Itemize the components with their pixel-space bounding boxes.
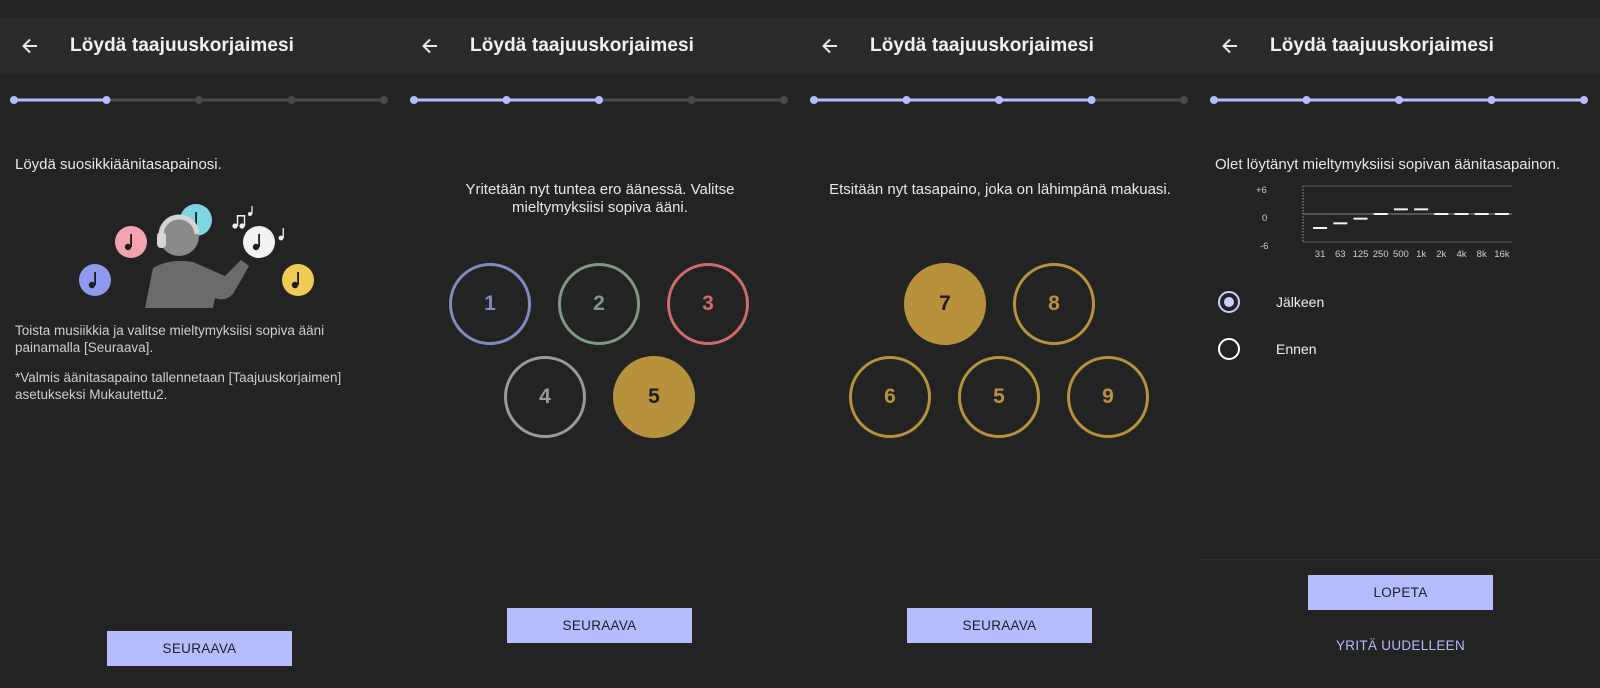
eq-x-tick: 16k xyxy=(1494,249,1510,260)
next-button[interactable]: SEURAAVA xyxy=(907,608,1092,643)
listening-illustration xyxy=(79,204,314,308)
eq-plot xyxy=(1302,185,1512,243)
back-button[interactable] xyxy=(1212,28,1248,64)
back-button[interactable] xyxy=(812,28,848,64)
page-title: Löydä taajuuskorjaimesi xyxy=(1270,35,1495,56)
intro-text: Löydä suosikkiäänitasapainosi. xyxy=(15,156,222,173)
page-title: Löydä taajuuskorjaimesi xyxy=(870,35,1095,56)
step-progress xyxy=(10,96,388,104)
option-circle[interactable]: 8 xyxy=(1013,263,1095,345)
option-circle[interactable]: 4 xyxy=(504,356,586,438)
option-label: 6 xyxy=(884,385,896,408)
page-title: Löydä taajuuskorjaimesi xyxy=(470,35,695,56)
retry-button[interactable]: YRITÄ UUDELLEEN xyxy=(1308,638,1493,653)
option-circle[interactable]: 1 xyxy=(449,263,531,345)
progress-step-dot xyxy=(102,96,111,104)
step-progress xyxy=(810,96,1188,104)
next-button[interactable]: SEURAAVA xyxy=(507,608,692,643)
progress-step-dot xyxy=(410,96,418,104)
progress-step-dot xyxy=(780,96,788,104)
radio-checked-icon xyxy=(1218,291,1240,313)
radio-after[interactable]: Jälkeen xyxy=(1218,283,1578,319)
screen-result: Löydä taajuuskorjaimesi Olet löytänyt mi… xyxy=(1200,0,1600,688)
screen-refine: Löydä taajuuskorjaimesi Etsitään nyt tas… xyxy=(800,0,1200,688)
progress-step-dot xyxy=(1487,96,1496,104)
app-bar: Löydä taajuuskorjaimesi xyxy=(800,18,1200,74)
option-circle[interactable]: 5 xyxy=(958,356,1040,438)
arrow-left-icon xyxy=(422,38,437,54)
progress-step-dot xyxy=(1180,96,1188,104)
option-label: 5 xyxy=(648,385,660,408)
progress-step-dot xyxy=(10,96,18,104)
back-button[interactable] xyxy=(412,28,448,64)
instructions-text: Toista musiikkia ja valitse mieltymyksii… xyxy=(15,323,325,355)
option-circle[interactable]: 9 xyxy=(1067,356,1149,438)
radio-label: Ennen xyxy=(1276,341,1317,357)
option-circle[interactable]: 7 xyxy=(904,263,986,345)
progress-step-dot xyxy=(1395,96,1403,104)
page-title: Löydä taajuuskorjaimesi xyxy=(70,35,295,56)
back-button[interactable] xyxy=(12,28,48,64)
progress-step-dot xyxy=(995,96,1003,104)
arrow-left-icon xyxy=(822,38,837,54)
progress-step-dot xyxy=(1302,96,1311,104)
option-circle[interactable]: 6 xyxy=(849,356,931,438)
option-label: 3 xyxy=(702,292,714,315)
next-button[interactable]: SEURAAVA xyxy=(107,631,292,666)
option-label: 8 xyxy=(1048,292,1060,315)
step-progress xyxy=(410,96,788,104)
arrow-left-icon xyxy=(22,38,37,54)
progress-step-dot xyxy=(287,96,296,104)
arrow-left-icon xyxy=(1222,38,1237,54)
radio-unchecked-icon xyxy=(1218,338,1240,360)
progress-step-dot xyxy=(1210,96,1218,104)
prompt-text: Etsitään nyt tasapaino, joka on lähimpän… xyxy=(829,181,1171,198)
screen-compare: Löydä taajuuskorjaimesi Yritetään nyt tu… xyxy=(400,0,800,688)
progress-step-dot xyxy=(380,96,388,104)
progress-step-dot xyxy=(902,96,911,104)
radio-label: Jälkeen xyxy=(1276,294,1325,310)
eq-chart: +6 0 -6 xyxy=(1250,180,1550,260)
option-label: 1 xyxy=(484,292,496,315)
progress-step-dot xyxy=(687,96,696,104)
app-bar: Löydä taajuuskorjaimesi xyxy=(1200,18,1600,74)
divider xyxy=(1200,559,1600,560)
option-label: 7 xyxy=(939,292,951,315)
screen-intro: Löydä taajuuskorjaimesi Löydä suosikkiää… xyxy=(0,0,400,688)
finish-button[interactable]: LOPETA xyxy=(1308,575,1493,610)
option-label: 2 xyxy=(593,292,605,315)
progress-step-dot xyxy=(810,96,818,104)
progress-step-dot xyxy=(1580,96,1588,104)
prompt-text: Yritetään nyt tuntea ero äänessä. Valits… xyxy=(465,181,735,216)
option-circle[interactable]: 5 xyxy=(613,356,695,438)
progress-step-dot xyxy=(195,96,203,104)
app-bar: Löydä taajuuskorjaimesi xyxy=(0,18,400,74)
app-bar: Löydä taajuuskorjaimesi xyxy=(400,18,800,74)
result-text: Olet löytänyt mieltymyksiisi sopivan ään… xyxy=(1215,156,1561,173)
option-circle[interactable]: 2 xyxy=(558,263,640,345)
option-circle[interactable]: 3 xyxy=(667,263,749,345)
progress-step-dot xyxy=(595,96,603,104)
option-label: 5 xyxy=(993,385,1005,408)
step-progress xyxy=(1210,96,1588,104)
progress-step-dot xyxy=(1087,96,1096,104)
option-label: 9 xyxy=(1102,385,1114,408)
save-note-text: *Valmis äänitasapaino tallennetaan [Taaj… xyxy=(15,370,342,402)
progress-step-dot xyxy=(502,96,511,104)
option-label: 4 xyxy=(539,385,551,408)
radio-before[interactable]: Ennen xyxy=(1218,330,1578,366)
